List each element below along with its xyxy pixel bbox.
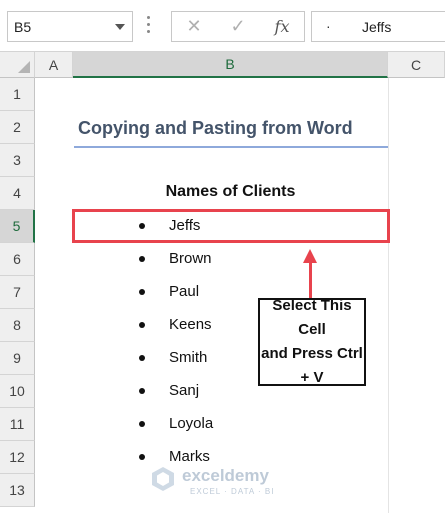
bullet-icon [139, 289, 145, 295]
row-header[interactable]: 2 [0, 111, 35, 144]
insert-function-icon[interactable]: fx [262, 12, 302, 41]
row-header[interactable]: 7 [0, 276, 35, 309]
row-header[interactable]: 4 [0, 177, 35, 210]
row-header[interactable]: 10 [0, 375, 35, 408]
bullet-icon [139, 388, 145, 394]
list-header[interactable]: Names of Clients [73, 183, 388, 201]
client-name: Sanj [169, 382, 200, 399]
column-header-c[interactable]: C [388, 52, 445, 78]
row-header[interactable]: 12 [0, 441, 35, 474]
client-name: Marks [169, 448, 210, 465]
exceldemy-logo-icon [152, 467, 174, 491]
formula-value: Jeffs [362, 19, 392, 35]
row-header[interactable]: 8 [0, 309, 35, 342]
select-all-corner[interactable] [0, 52, 35, 78]
enter-icon[interactable]: ✓ [218, 12, 258, 41]
bullet-icon [139, 322, 145, 328]
callout-line-2: and Press Ctrl + V [261, 345, 363, 386]
instruction-callout: Select This Cell and Press Ctrl + V [258, 297, 366, 386]
name-box[interactable]: B5 [7, 11, 133, 42]
client-name: Brown [169, 250, 212, 267]
client-name: Keens [169, 316, 212, 333]
formula-input[interactable]: · Jeffs [311, 11, 445, 42]
name-box-value: B5 [14, 19, 32, 35]
arrow-up-icon [303, 249, 317, 263]
row-header[interactable]: 11 [0, 408, 35, 441]
column-divider [388, 78, 389, 513]
watermark: exceldemy EXCEL · DATA · BI [150, 464, 300, 498]
list-item[interactable]: Brown [73, 243, 388, 276]
bullet-icon [139, 355, 145, 361]
row-header[interactable]: 1 [0, 78, 35, 111]
title-underline [74, 146, 388, 148]
column-header-a[interactable]: A [35, 52, 73, 78]
row-header[interactable]: 13 [0, 474, 35, 507]
watermark-name: exceldemy [182, 466, 269, 485]
column-header-b[interactable]: B [73, 52, 388, 78]
arrow-shaft [309, 262, 312, 298]
select-all-icon [18, 61, 30, 73]
highlight-box [72, 209, 390, 243]
drag-handle-icon[interactable] [147, 16, 151, 36]
list-item[interactable]: Loyola [73, 408, 388, 441]
callout-line-1: Select This Cell [272, 297, 352, 338]
chevron-down-icon[interactable] [115, 24, 125, 30]
row-header[interactable]: 6 [0, 243, 35, 276]
callout-text: Select This Cell and Press Ctrl + V [260, 294, 364, 390]
sheet-title[interactable]: Copying and Pasting from Word [78, 118, 353, 139]
bullet-icon [139, 256, 145, 262]
row-header-active[interactable]: 5 [0, 210, 35, 243]
watermark-tagline: EXCEL · DATA · BI [190, 487, 275, 496]
client-name: Loyola [169, 415, 214, 432]
bullet-icon [139, 421, 145, 427]
row-header[interactable]: 9 [0, 342, 35, 375]
client-name: Smith [169, 349, 208, 366]
client-name: Paul [169, 283, 200, 300]
formula-bar: B5 ✕ ✓ fx · Jeffs [0, 0, 445, 52]
row-header[interactable]: 3 [0, 144, 35, 177]
cancel-icon[interactable]: ✕ [174, 12, 214, 41]
formula-buttons: ✕ ✓ fx [171, 11, 305, 42]
formula-bullet: · [326, 18, 331, 34]
bullet-icon [139, 454, 145, 460]
